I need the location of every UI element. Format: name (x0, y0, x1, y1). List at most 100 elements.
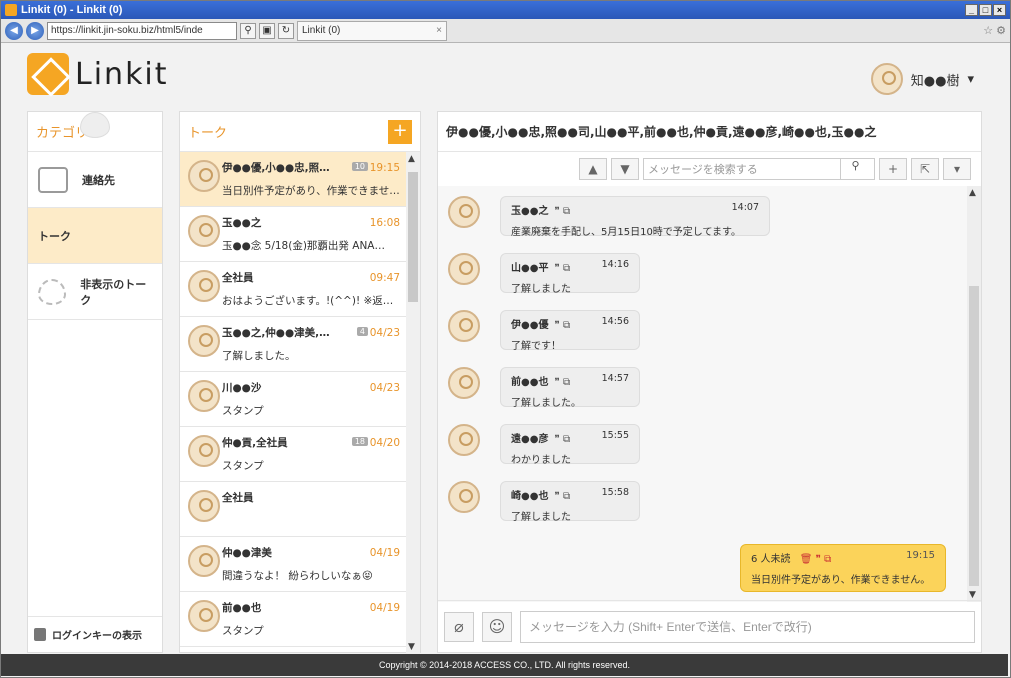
message-time: 14:07 (731, 202, 759, 213)
talk-item[interactable]: 玉●●之 16:08 玉●●念 5/18(金)那覇出発 ANA… (180, 207, 408, 262)
user-name: 知●●樹 (910, 73, 960, 89)
delete-icon[interactable]: 🗑 ❞ ⧉ (800, 554, 832, 565)
message-search-input[interactable]: メッセージを検索する ⚲ (643, 158, 875, 180)
login-key-link[interactable]: ログインキーの表示 (28, 616, 162, 652)
message-bubble[interactable]: 伊●●優 ❞ ⧉ 14:56 了解です！ (500, 310, 640, 352)
add-talk-button[interactable]: + (388, 119, 412, 144)
user-menu[interactable]: 知●●樹 ▾ (870, 63, 974, 95)
quote-icon[interactable]: ❞ ⧉ (554, 434, 570, 445)
next-result-button[interactable]: ▼ (611, 158, 639, 180)
avatar (188, 270, 220, 302)
talk-last-message: 玉●●念 5/18(金)那覇出発 ANA… (222, 240, 385, 252)
avatar (448, 481, 480, 513)
add-member-button[interactable]: + (879, 158, 907, 180)
talk-item[interactable]: 玉●●之,仲●●津美,… 4 04/23 了解しました。 (180, 317, 408, 372)
app-logo: Linkit (27, 53, 169, 95)
maximize-icon[interactable]: □ (979, 4, 992, 16)
avatar (188, 545, 220, 577)
message-input[interactable]: メッセージを入力 (Shift+ Enterで送信、Enterで改行) (520, 610, 975, 643)
login-key-label: ログインキーの表示 (52, 631, 142, 642)
quote-icon[interactable]: ❞ ⧉ (554, 320, 570, 331)
compose-area: ⌀ ☺ メッセージを入力 (Shift+ Enterで送信、Enterで改行) (438, 600, 981, 652)
contacts-icon (38, 166, 68, 193)
talk-header: トーク + (180, 112, 420, 152)
talk-last-message: スタンプ (222, 405, 264, 417)
search-icon[interactable]: ⚲ (240, 22, 256, 39)
talk-item[interactable]: 全社員 (180, 482, 408, 537)
message-time: 15:58 (601, 487, 629, 498)
tab-label: Linkit (0) (302, 25, 341, 36)
scroll-thumb[interactable] (969, 286, 979, 586)
talk-last-message: 間違うなよ！ 紛らわしいなぁ😝 (222, 570, 373, 582)
prev-result-button[interactable]: ▲ (579, 158, 607, 180)
gear-icon[interactable]: ⚙ (996, 24, 1006, 37)
scroll-up-icon[interactable]: ▲ (969, 188, 976, 198)
copyright-footer: Copyright © 2014-2018 ACCESS CO., LTD. A… (1, 654, 1008, 676)
message-bubble[interactable]: 玉●●之 ❞ ⧉ 14:07 産業廃棄を手配し、5月15日10時で予定してます。 (500, 196, 770, 238)
forward-icon[interactable]: ▶ (26, 21, 44, 40)
chat-title: 伊●●優,小●●忠,照●●司,山●●平,前●●也,仲●貢,遠●●彦,崎●●也,玉… (438, 112, 981, 152)
menu-dropdown-button[interactable]: ▾ (943, 158, 971, 180)
message-input-placeholder: メッセージを入力 (Shift+ Enterで送信、Enterで改行) (529, 620, 812, 634)
star-icon[interactable]: ☆ (983, 24, 993, 37)
chat-toolbar: ▲ ▼ メッセージを検索する ⚲ + ⇱ ▾ (438, 152, 981, 186)
popout-button[interactable]: ⇱ (911, 158, 939, 180)
message-text: 当日別件予定があり、作業できません。 (751, 575, 931, 586)
scroll-down-icon[interactable]: ▼ (969, 590, 976, 600)
category-item-talk[interactable]: トーク (28, 112, 162, 264)
category-item-hidden-talk[interactable]: 非表示のトーク (28, 264, 162, 320)
logo-mark (27, 53, 69, 95)
quote-icon[interactable]: ❞ ⧉ (554, 377, 570, 388)
talk-item[interactable]: 仲●貢,全社員 18 04/20 スタンプ (180, 427, 408, 482)
talk-item[interactable]: 仲●●津美 04/19 間違うなよ！ 紛らわしいなぁ😝 (180, 537, 408, 592)
message-bubble[interactable]: 山●●平 ❞ ⧉ 14:16 了解しました (500, 253, 640, 295)
member-count-badge: 18 (351, 437, 368, 446)
quote-icon[interactable]: ❞ ⧉ (554, 263, 570, 274)
scroll-down-icon[interactable]: ▼ (408, 642, 415, 652)
talk-item[interactable]: 前●●也 04/19 スタンプ (180, 592, 408, 647)
quote-icon[interactable]: ❞ ⧉ (554, 491, 570, 502)
talk-scrollbar[interactable]: ▲ ▼ (406, 152, 420, 654)
talk-item[interactable]: 川●●沙 04/23 スタンプ (180, 372, 408, 427)
member-count-badge: 10 (351, 162, 368, 171)
search-icon[interactable]: ⚲ (840, 159, 870, 179)
message-bubble[interactable]: 前●●也 ❞ ⧉ 14:57 了解しました。 (500, 367, 640, 409)
message-text: わかりました (511, 455, 571, 466)
talk-last-message: 了解しました。 (222, 350, 296, 362)
message-bubble[interactable]: 崎●●也 ❞ ⧉ 15:58 了解しました (500, 481, 640, 523)
close-icon[interactable]: × (993, 4, 1006, 16)
talk-date: 09:47 (369, 272, 400, 284)
chat-scrollbar[interactable]: ▲ ▼ (967, 186, 981, 602)
browser-toolbar: ◀ ▶ https://linkit.jin-soku.biz/html5/in… (1, 19, 1010, 43)
browser-tab[interactable]: Linkit (0) × (297, 20, 447, 41)
message-list: 玉●●之 ❞ ⧉ 14:07 産業廃棄を手配し、5月15日10時で予定してます。 山●… (438, 186, 968, 602)
minimize-icon[interactable]: _ (965, 4, 978, 16)
own-message-bubble[interactable]: 6 人未読 🗑 ❞ ⧉ 19:15 当日別件予定があり、作業できません。 (740, 544, 946, 592)
scroll-thumb[interactable] (408, 172, 418, 302)
address-bar[interactable]: https://linkit.jin-soku.biz/html5/inde (47, 21, 237, 40)
emoji-icon[interactable]: ☺ (482, 611, 512, 642)
category-label: 連絡先 (82, 173, 115, 187)
message-sender: 山●●平 (511, 263, 549, 274)
talk-item[interactable]: 全社員 09:47 おはようございます。!(^^)! ※返… (180, 262, 408, 317)
talk-last-message: おはようございます。!(^^)! ※返… (222, 295, 394, 307)
tab-close-icon[interactable]: × (436, 25, 442, 36)
address-text: https://linkit.jin-soku.biz/html5/inde (51, 25, 203, 36)
message-bubble[interactable]: 遠●●彦 ❞ ⧉ 15:55 わかりました (500, 424, 640, 466)
quote-icon[interactable]: ❞ ⧉ (554, 206, 570, 217)
scroll-up-icon[interactable]: ▲ (408, 154, 415, 164)
category-panel: カテゴリ 連絡先 トーク 非表示のトーク ログインキーの表示 (27, 111, 163, 653)
talk-name: 川●●沙 (222, 382, 262, 394)
avatar (188, 435, 220, 467)
category-item-contacts[interactable]: 連絡先 (28, 152, 162, 208)
window-titlebar: Linkit (0) - Linkit (0) _ □ × (1, 1, 1010, 19)
message-time: 14:16 (601, 259, 629, 270)
attachment-icon[interactable]: ⌀ (444, 611, 474, 642)
refresh-icon[interactable]: ↻ (278, 22, 294, 39)
message-time: 14:56 (601, 316, 629, 327)
back-icon[interactable]: ◀ (5, 21, 23, 40)
talk-item[interactable]: 伊●●優,小●●忠,照… 10 19:15 当日別件予定があり、作業できませ… (180, 152, 408, 207)
avatar (448, 196, 480, 228)
message-text: 了解です！ (511, 341, 561, 352)
avatar (448, 424, 480, 456)
